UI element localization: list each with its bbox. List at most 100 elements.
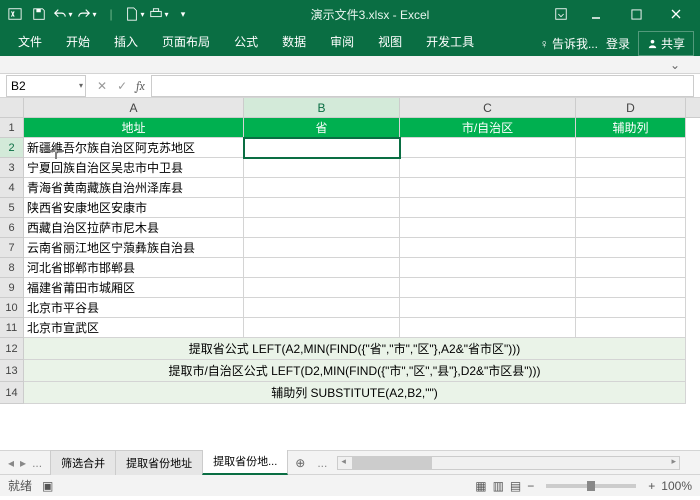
- cell[interactable]: [400, 298, 576, 318]
- cancel-formula-icon[interactable]: ✕: [94, 79, 110, 93]
- cell[interactable]: 北京市宣武区: [24, 318, 244, 338]
- view-pagebreak-icon[interactable]: ▤: [510, 479, 521, 493]
- row-header[interactable]: 9: [0, 278, 23, 298]
- cell[interactable]: [576, 178, 686, 198]
- row-header[interactable]: 3: [0, 158, 23, 178]
- ribbon-collapse-icon[interactable]: ⌄: [670, 58, 680, 72]
- cell[interactable]: 北京市平谷县: [24, 298, 244, 318]
- cell[interactable]: [576, 158, 686, 178]
- scroll-right-icon[interactable]: ▸: [671, 456, 676, 467]
- tab-insert[interactable]: 插入: [102, 27, 150, 56]
- cell[interactable]: [576, 138, 686, 158]
- scrollbar-thumb[interactable]: [352, 457, 432, 469]
- cell[interactable]: [244, 278, 400, 298]
- maximize-icon[interactable]: [616, 0, 656, 28]
- view-pagelayout-icon[interactable]: ▥: [493, 479, 504, 493]
- row-header[interactable]: 1: [0, 118, 23, 138]
- cell[interactable]: [244, 198, 400, 218]
- cell[interactable]: [400, 198, 576, 218]
- cell[interactable]: 市/自治区: [400, 118, 576, 138]
- add-sheet-icon[interactable]: ⊕: [287, 452, 313, 474]
- name-box-dropdown-icon[interactable]: ▾: [79, 81, 83, 90]
- row-header[interactable]: 2: [0, 138, 23, 158]
- tab-nav-next-icon[interactable]: ▸: [18, 456, 28, 470]
- tab-view[interactable]: 视图: [366, 27, 414, 56]
- tab-data[interactable]: 数据: [270, 27, 318, 56]
- zoom-thumb[interactable]: [587, 481, 595, 491]
- cell[interactable]: 青海省黄南藏族自治州泽库县: [24, 178, 244, 198]
- save-icon[interactable]: [28, 3, 50, 25]
- cell[interactable]: [576, 318, 686, 338]
- scroll-left-icon[interactable]: ◂: [341, 456, 346, 467]
- row-header[interactable]: 5: [0, 198, 23, 218]
- select-all-corner[interactable]: [0, 98, 24, 118]
- tab-review[interactable]: 审阅: [318, 27, 366, 56]
- cell[interactable]: [244, 238, 400, 258]
- view-normal-icon[interactable]: ▦: [475, 479, 486, 493]
- cell[interactable]: 宁夏回族自治区吴忠市中卫县: [24, 158, 244, 178]
- row-header[interactable]: 4: [0, 178, 23, 198]
- tab-developer[interactable]: 开发工具: [414, 27, 486, 56]
- new-file-icon[interactable]: ▾: [124, 3, 146, 25]
- sheet-tab[interactable]: 提取省份地址: [115, 450, 203, 475]
- cell[interactable]: [244, 178, 400, 198]
- tab-home[interactable]: 开始: [54, 27, 102, 56]
- row-header[interactable]: 12: [0, 338, 23, 360]
- login-link[interactable]: 登录: [606, 35, 630, 52]
- cell[interactable]: [576, 278, 686, 298]
- fx-icon[interactable]: fx: [136, 79, 145, 93]
- macro-record-icon[interactable]: ▣: [42, 479, 53, 493]
- formula-note-cell[interactable]: 提取市/自治区公式 LEFT(D2,MIN(FIND({"市","区","县"}…: [24, 360, 686, 382]
- qat-customize-icon[interactable]: ▾: [172, 3, 194, 25]
- row-header[interactable]: 14: [0, 382, 23, 404]
- cell[interactable]: [244, 258, 400, 278]
- cell[interactable]: [244, 298, 400, 318]
- cell[interactable]: 辅助列: [576, 118, 686, 138]
- zoom-in-icon[interactable]: +: [648, 479, 655, 493]
- row-header[interactable]: 7: [0, 238, 23, 258]
- tab-nav-first-icon[interactable]: ◂: [6, 456, 16, 470]
- cell[interactable]: 陕西省安康地区安康市: [24, 198, 244, 218]
- formula-note-cell[interactable]: 提取省公式 LEFT(A2,MIN(FIND({"省","市","区"},A2&…: [24, 338, 686, 360]
- minimize-icon[interactable]: [576, 0, 616, 28]
- tab-formulas[interactable]: 公式: [222, 27, 270, 56]
- cell[interactable]: [400, 278, 576, 298]
- formula-note-cell[interactable]: 辅助列 SUBSTITUTE(A2,B2,""): [24, 382, 686, 404]
- tab-file[interactable]: 文件: [6, 27, 54, 56]
- cell[interactable]: 云南省丽江地区宁蒗彝族自治县: [24, 238, 244, 258]
- cell[interactable]: [244, 218, 400, 238]
- tell-me[interactable]: ♀ 告诉我...: [540, 35, 598, 52]
- cell[interactable]: [400, 318, 576, 338]
- cell[interactable]: [576, 218, 686, 238]
- cell[interactable]: [244, 158, 400, 178]
- cell[interactable]: [576, 258, 686, 278]
- ribbon-options-icon[interactable]: [546, 0, 576, 28]
- cell[interactable]: [400, 178, 576, 198]
- col-header-A[interactable]: A: [24, 98, 244, 117]
- tab-pagelayout[interactable]: 页面布局: [150, 27, 222, 56]
- cell[interactable]: [244, 318, 400, 338]
- cell[interactable]: 新疆维吾尔族自治区阿克苏地区: [24, 138, 244, 158]
- cell[interactable]: [400, 138, 576, 158]
- cell[interactable]: 省: [244, 118, 400, 138]
- close-icon[interactable]: [656, 0, 696, 28]
- cell[interactable]: 西藏自治区拉萨市尼木县: [24, 218, 244, 238]
- col-header-D[interactable]: D: [576, 98, 686, 117]
- cell[interactable]: 河北省邯郸市邯郸县: [24, 258, 244, 278]
- col-header-B[interactable]: B: [244, 98, 400, 117]
- cell[interactable]: [400, 218, 576, 238]
- cell[interactable]: [244, 138, 400, 158]
- cell[interactable]: 福建省莆田市城厢区: [24, 278, 244, 298]
- undo-icon[interactable]: ▾: [52, 3, 74, 25]
- cell[interactable]: 地址: [24, 118, 244, 138]
- cell[interactable]: [576, 298, 686, 318]
- horizontal-scrollbar[interactable]: ◂ ▸: [337, 456, 680, 470]
- row-header[interactable]: 6: [0, 218, 23, 238]
- zoom-out-icon[interactable]: −: [527, 479, 534, 493]
- tab-nav-more[interactable]: ...: [30, 456, 44, 470]
- col-header-C[interactable]: C: [400, 98, 576, 117]
- cell[interactable]: [576, 238, 686, 258]
- row-header[interactable]: 8: [0, 258, 23, 278]
- row-header[interactable]: 11: [0, 318, 23, 338]
- sheet-tab[interactable]: 筛选合并: [50, 450, 116, 475]
